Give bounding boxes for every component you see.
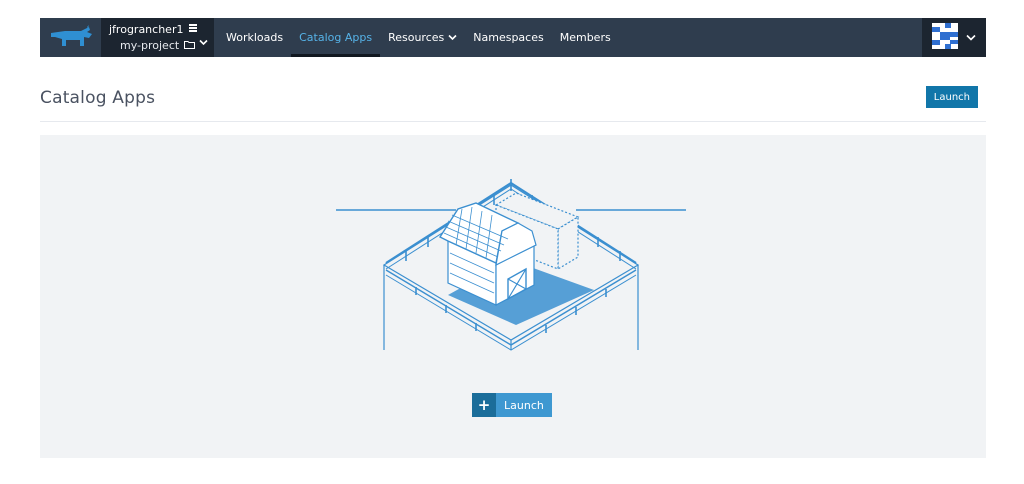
empty-state: + Launch	[40, 135, 986, 458]
avatar	[932, 22, 958, 53]
nav-resources-label: Resources	[388, 31, 445, 44]
nav-catalog-apps[interactable]: Catalog Apps	[291, 18, 381, 57]
project-folder-icon	[184, 38, 196, 54]
cluster-icon	[188, 22, 198, 38]
rancher-logo[interactable]	[40, 18, 101, 57]
nav-catalog-apps-label: Catalog Apps	[299, 31, 373, 44]
nav-workloads[interactable]: Workloads	[218, 18, 291, 57]
barn-illustration	[336, 179, 686, 351]
plus-icon: +	[472, 393, 496, 417]
chevron-down-icon	[199, 31, 208, 50]
chevron-down-icon	[966, 34, 976, 41]
nav-namespaces-label: Namespaces	[473, 31, 544, 44]
launch-label: Launch	[496, 393, 552, 417]
page-title: Catalog Apps	[40, 88, 156, 108]
chevron-down-icon	[448, 34, 457, 41]
launch-button[interactable]: Launch	[925, 86, 978, 108]
nav-resources[interactable]: Resources	[380, 18, 465, 57]
main-nav: Workloads Catalog Apps Resources Namespa…	[214, 18, 619, 57]
launch-catalog-app-button[interactable]: + Launch	[472, 393, 552, 417]
cluster-project-switcher[interactable]: jfrograncher1 my-project	[101, 18, 214, 57]
nav-namespaces[interactable]: Namespaces	[465, 18, 551, 57]
project-name: my-project	[120, 38, 180, 52]
cluster-name: jfrograncher1	[109, 22, 184, 36]
page-header: Catalog Apps Launch	[40, 86, 986, 122]
nav-workloads-label: Workloads	[226, 31, 284, 44]
nav-members[interactable]: Members	[552, 18, 619, 57]
nav-members-label: Members	[559, 31, 611, 44]
user-menu[interactable]	[922, 18, 986, 57]
top-navbar: jfrograncher1 my-project Workloads Catal…	[40, 18, 986, 57]
